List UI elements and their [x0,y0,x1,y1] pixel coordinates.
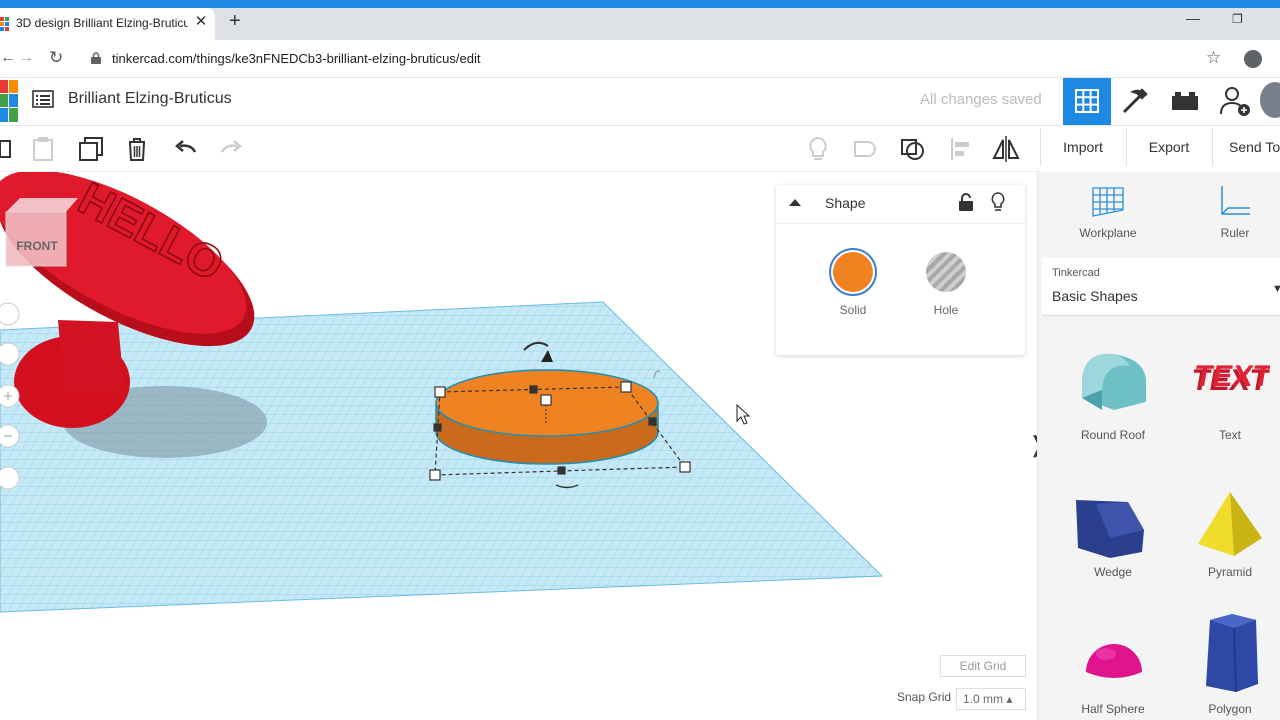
shape-label-pyramid: Pyramid [1207,565,1252,579]
group-icon[interactable] [850,134,880,164]
edit-grid-button[interactable]: Edit Grid [940,655,1026,677]
align-icon[interactable] [946,134,976,164]
hole-option[interactable] [926,252,966,292]
export-button[interactable]: Export [1133,128,1205,166]
library-name[interactable]: Basic Shapes [1052,288,1138,304]
import-button[interactable]: Import [1047,128,1119,166]
ruler-icon[interactable] [1216,184,1252,220]
workplane-icon[interactable] [1090,184,1126,220]
toolbar-divider [1126,128,1127,166]
pyramid-shape[interactable] [1194,490,1266,560]
add-user-icon[interactable] [1216,82,1254,120]
toolbar-divider [1040,128,1041,166]
round-roof-shape[interactable] [1074,350,1152,414]
svg-text:TEXT: TEXT [1194,360,1270,393]
fit-view-icon [0,342,20,366]
tinkercad-favicon-icon [0,17,9,31]
window-minimize-button[interactable]: — [1186,10,1200,26]
visibility-bulb-icon[interactable] [990,192,1006,212]
ungroup-icon[interactable] [898,134,928,164]
save-status: All changes saved [920,91,1042,108]
duplicate-icon[interactable] [76,134,106,164]
bookmark-star-icon[interactable]: ☆ [1206,48,1221,68]
library-owner: Tinkercad [1052,267,1100,279]
light-bulb-icon[interactable] [803,134,833,164]
tab-close-icon[interactable]: ✕ [192,12,210,30]
solid-color-swatch[interactable] [833,252,873,292]
copy-icon[interactable] [0,134,30,164]
inspector-divider [776,223,1025,224]
undo-icon[interactable] [171,134,201,164]
send-to-button[interactable]: Send To [1219,128,1280,166]
solid-label: Solid [839,303,867,317]
pickaxe-icon[interactable] [1116,82,1154,120]
window-maximize-button[interactable]: ❐ [1232,12,1243,26]
back-button[interactable]: ← [0,49,16,67]
grid-icon [1075,89,1099,113]
library-dropdown-icon[interactable]: ▼ [1272,283,1280,295]
design-title[interactable]: Brilliant Elzing-Bruticus [68,90,232,108]
wedge-shape[interactable] [1074,494,1148,560]
toolbar-divider [1212,128,1213,166]
polygon-shape[interactable] [1200,612,1262,694]
perspective-icon [0,466,20,490]
reload-button[interactable]: ↻ [49,48,63,68]
snap-grid-select[interactable]: 1.0 mm ▴ [956,688,1026,710]
view-cube-front-label: FRONT [16,239,58,253]
edit-toolbar [0,126,1040,172]
shape-label-half-sphere: Half Sphere [1081,702,1145,716]
snap-grid-label: Snap Grid [897,690,952,704]
redo-icon[interactable] [216,134,246,164]
ruler-label[interactable]: Ruler [1205,226,1265,240]
shape-label-text: Text [1218,428,1241,442]
shape-label-polygon: Polygon [1208,702,1252,716]
profile-icon[interactable] [1244,50,1262,68]
workplane-label[interactable]: Workplane [1068,226,1148,240]
tinkercad-logo[interactable] [0,80,18,122]
delete-icon[interactable] [122,134,152,164]
shape-label-wedge: Wedge [1094,565,1132,579]
mouse-cursor [736,403,751,425]
bricks-icon[interactable] [1166,82,1204,120]
shape-inspector [776,185,1025,355]
new-tab-button[interactable]: + [229,10,241,33]
home-view-icon [0,302,20,326]
hole-label: Hole [933,303,959,317]
3d-view-button[interactable] [1063,78,1111,125]
shape-label-round-roof: Round Roof [1080,428,1146,442]
lock-shape-icon[interactable] [958,193,974,211]
mirror-icon[interactable] [991,134,1021,164]
lock-icon[interactable] [91,52,101,64]
collapse-caret-icon[interactable] [787,194,803,210]
forward-button[interactable]: → [18,49,34,67]
window-top-strip [0,0,1280,8]
url-text[interactable]: tinkercad.com/things/ke3nFNEDCb3-brillia… [112,51,481,66]
paste-icon[interactable] [28,134,58,164]
inspector-title: Shape [825,195,866,211]
half-sphere-shape[interactable] [1084,634,1144,682]
tab-title: 3D design Brilliant Elzing-Bruticus [16,16,188,30]
text-shape[interactable]: TEXT TEXT [1194,356,1270,402]
design-menu-icon[interactable] [32,90,54,108]
